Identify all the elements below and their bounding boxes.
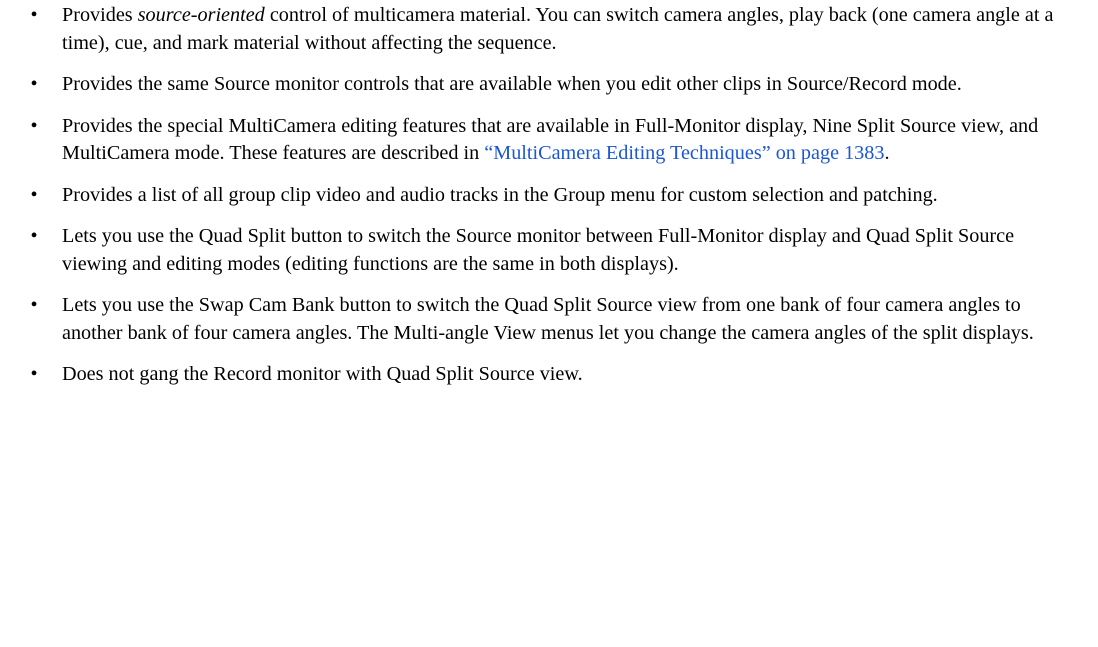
bullet-marker: • bbox=[30, 294, 38, 316]
list-item-source-monitor-controls: • Provides the same Source monitor contr… bbox=[0, 71, 1098, 99]
list-item-multicamera-features: • Provides the special MultiCamera editi… bbox=[0, 113, 1098, 168]
list-item-source-oriented-control: • Provides source-oriented control of mu… bbox=[0, 2, 1098, 57]
list-item-text: Does not gang the Record monitor with Qu… bbox=[62, 363, 583, 385]
list-item-text-start: Provides bbox=[62, 4, 138, 26]
list-item-text: Lets you use the Swap Cam Bank button to… bbox=[62, 294, 1034, 344]
list-item-record-monitor-gang: • Does not gang the Record monitor with … bbox=[0, 361, 1098, 389]
cross-reference-link[interactable]: “MultiCamera Editing Techniques” on page… bbox=[484, 142, 884, 164]
list-item-group-menu-tracks: • Provides a list of all group clip vide… bbox=[0, 182, 1098, 210]
bullet-marker: • bbox=[30, 225, 38, 247]
feature-bullet-list: • Provides source-oriented control of mu… bbox=[0, 2, 1098, 403]
list-item-quad-split-button: • Lets you use the Quad Split button to … bbox=[0, 223, 1098, 278]
document-page: • Provides source-oriented control of mu… bbox=[0, 0, 1098, 647]
bullet-marker: • bbox=[30, 114, 38, 137]
list-item-text: Lets you use the Quad Split button to sw… bbox=[62, 225, 1015, 275]
list-item-text-end: . bbox=[884, 142, 890, 164]
bullet-marker: • bbox=[30, 363, 38, 385]
list-item-text: Provides the same Source monitor control… bbox=[62, 73, 962, 95]
bullet-marker: • bbox=[30, 73, 38, 95]
list-item-swap-cam-bank: • Lets you use the Swap Cam Bank button … bbox=[0, 292, 1098, 347]
bullet-marker: • bbox=[30, 183, 38, 206]
bullet-marker: • bbox=[30, 4, 38, 26]
emphasized-term: source-oriented bbox=[137, 4, 265, 26]
list-item-text: Provides a list of all group clip video … bbox=[62, 183, 938, 206]
